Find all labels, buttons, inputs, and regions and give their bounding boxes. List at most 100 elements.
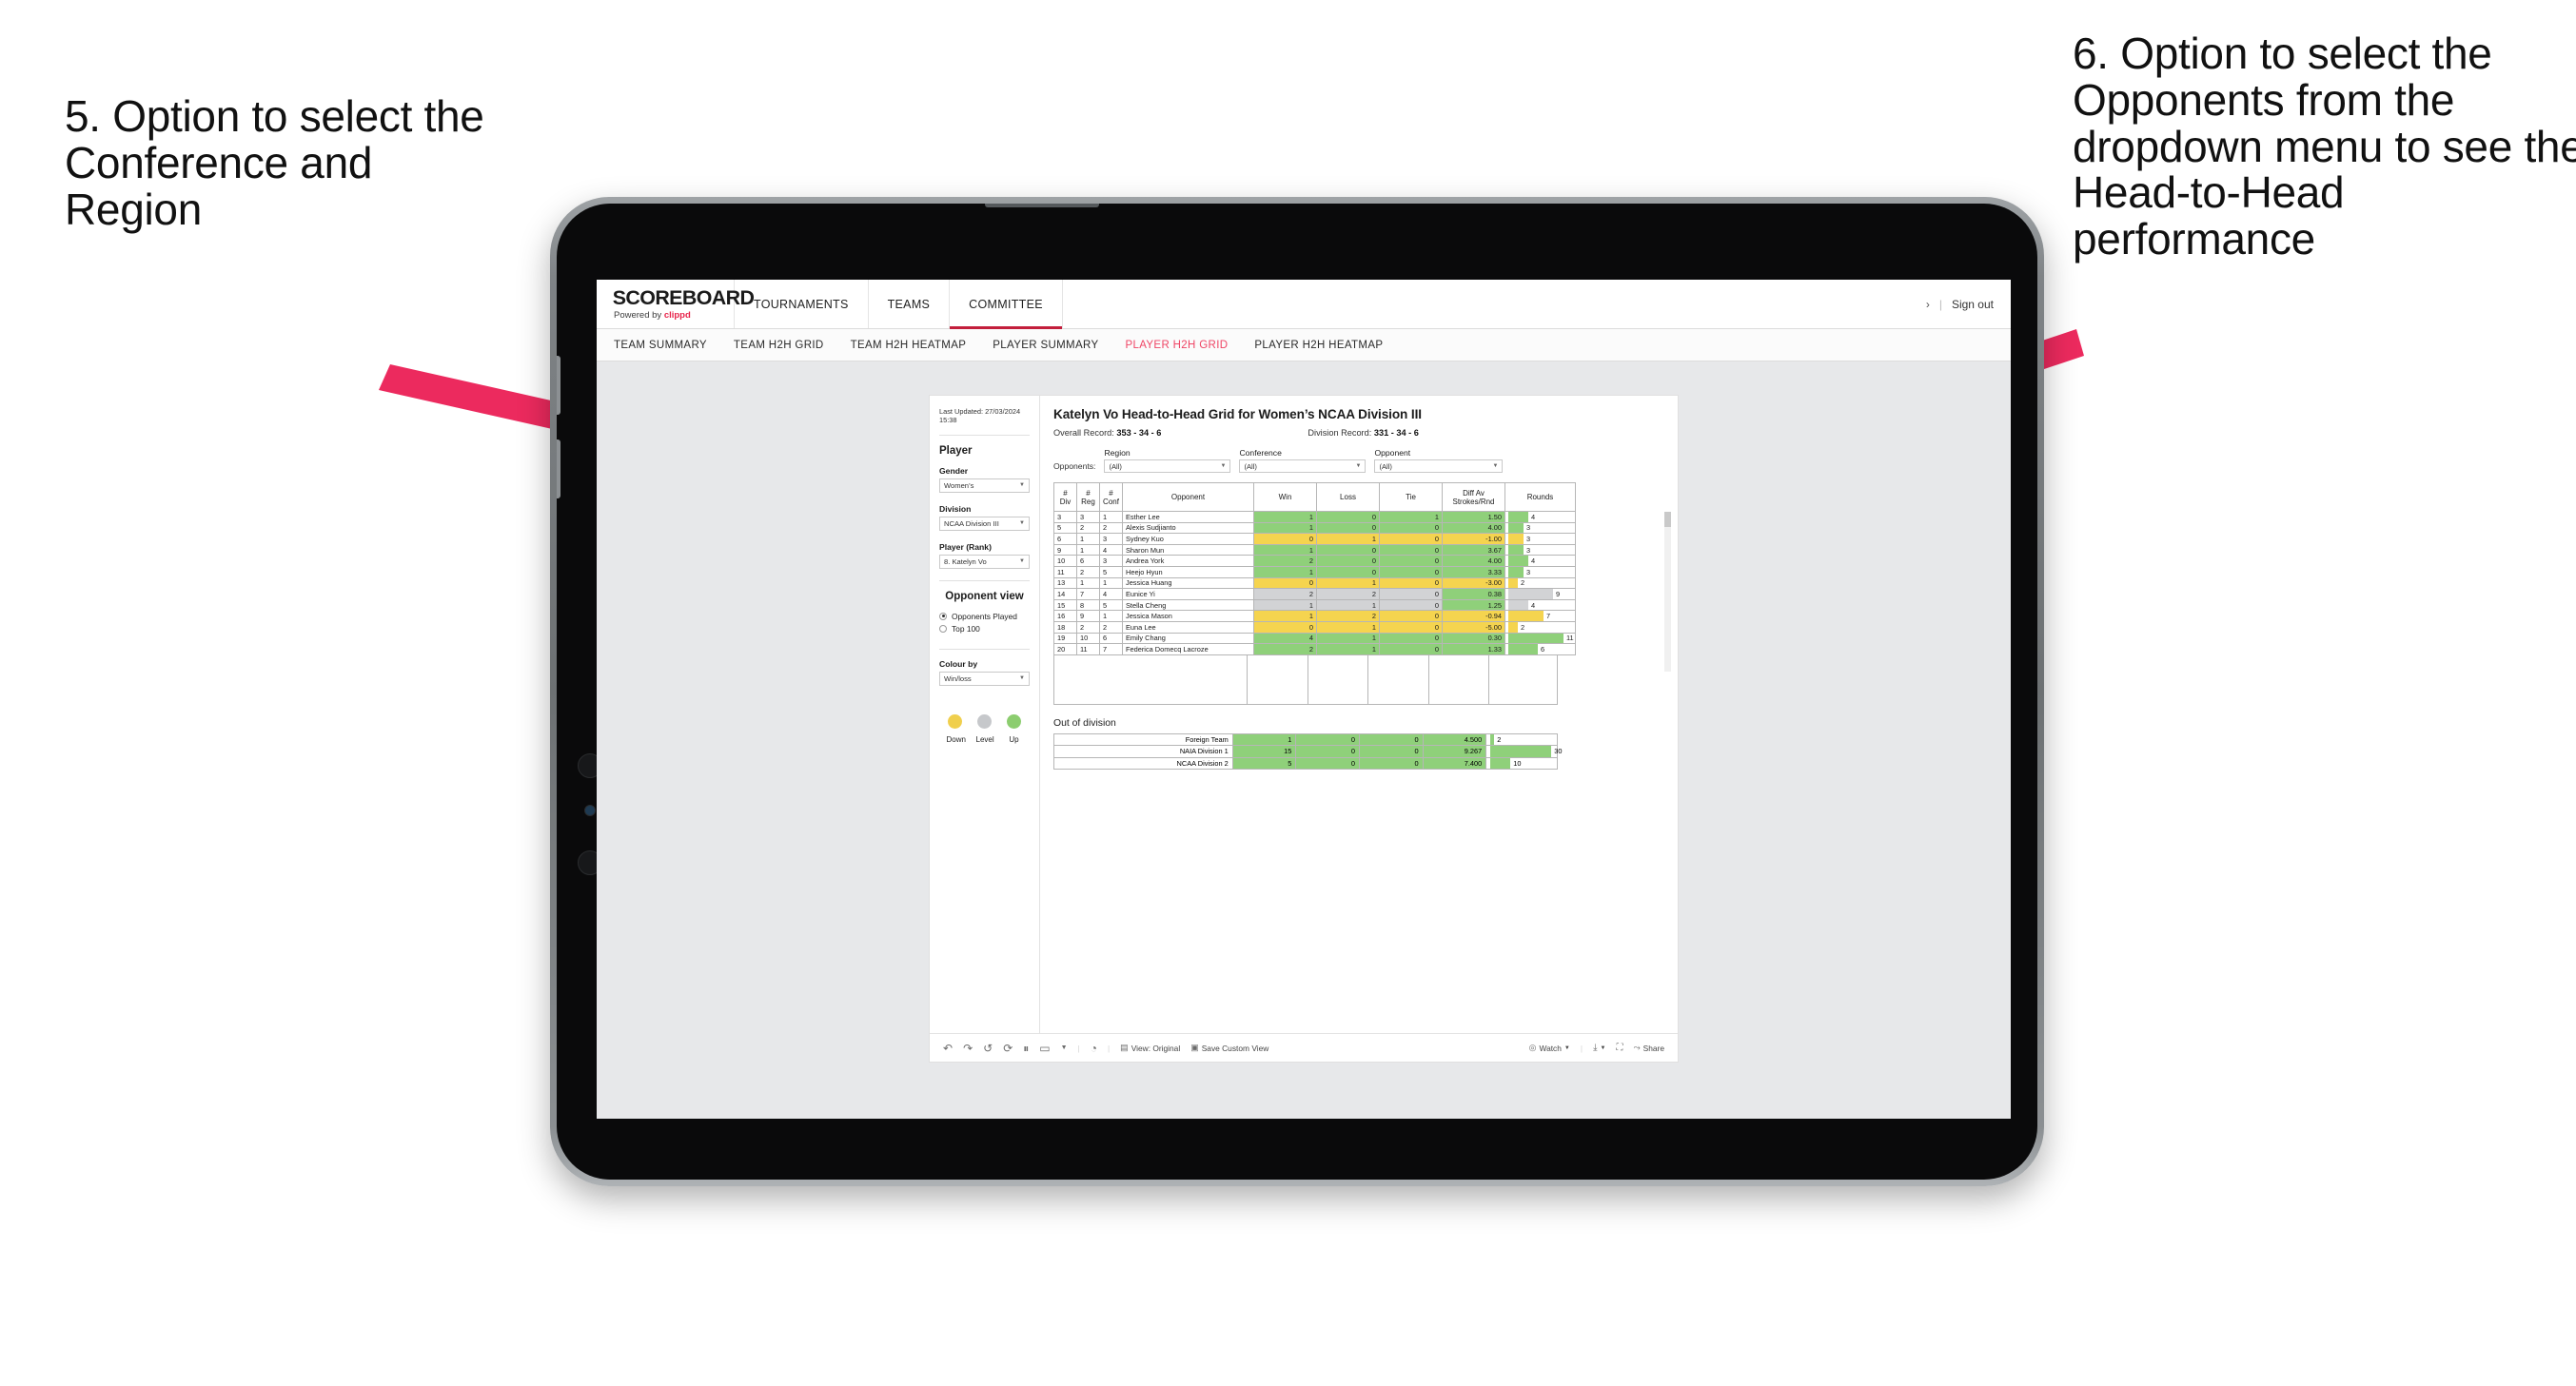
player-rank-select[interactable]: 8. Katelyn Vo ▼ bbox=[939, 554, 1030, 569]
sub-nav: TEAM SUMMARY TEAM H2H GRID TEAM H2H HEAT… bbox=[597, 329, 2011, 361]
grid-empty-tie bbox=[1368, 654, 1429, 704]
table-row[interactable]: 20 11 7 Federica Domecq Lacroze 2 1 0 1.33 6 bbox=[1053, 643, 1576, 655]
rounds-bar-cell: 4 bbox=[1508, 600, 1572, 610]
chevron-down-icon: ▼ bbox=[1019, 482, 1025, 488]
region-filter-group: Region (All) ▼ bbox=[1104, 448, 1231, 473]
table-row[interactable]: 5 2 2 Alexis Sudjianto 1 0 0 4.00 3 bbox=[1053, 521, 1576, 535]
topnav-tournaments[interactable]: TOURNAMENTS bbox=[735, 280, 869, 328]
topnav-committee[interactable]: COMMITTEE bbox=[950, 280, 1063, 329]
colour-by-field: Colour by Win/loss ▼ bbox=[930, 659, 1039, 686]
annotation-right-text: 6. Option to select the Opponents from t… bbox=[2073, 29, 2576, 264]
subnav-team-h2h-heatmap[interactable]: TEAM H2H HEATMAP bbox=[851, 340, 967, 351]
cell-opponent: Sydney Kuo bbox=[1122, 533, 1254, 545]
cell-div: 19 bbox=[1053, 632, 1077, 645]
rounds-bar bbox=[1508, 545, 1524, 555]
table-row[interactable]: 13 1 1 Jessica Huang 0 1 0 -3.00 2 bbox=[1053, 576, 1576, 590]
share-button[interactable]: ⤳ Share bbox=[1633, 1044, 1664, 1053]
grid-empty-win bbox=[1248, 654, 1308, 704]
radio-opponents-played-label: Opponents Played bbox=[952, 611, 1017, 621]
division-select[interactable]: NCAA Division III ▼ bbox=[939, 516, 1030, 531]
cell-diff: 1.33 bbox=[1442, 643, 1505, 655]
filter-sidebar: Last Updated: 27/03/2024 15:38 Player Ge… bbox=[930, 396, 1040, 1062]
rounds-bar-cell: 2 bbox=[1508, 622, 1572, 633]
cell-ood-name: Foreign Team bbox=[1053, 732, 1233, 747]
cell-tie: 0 bbox=[1379, 555, 1443, 567]
cell-diff: 4.00 bbox=[1442, 521, 1505, 535]
table-row[interactable]: 19 10 6 Emily Chang 4 1 0 0.30 11 bbox=[1053, 632, 1576, 645]
cell-reg: 2 bbox=[1076, 565, 1100, 578]
cell-conf: 1 bbox=[1099, 610, 1123, 622]
table-row[interactable]: 6 1 3 Sydney Kuo 0 1 0 -1.00 3 bbox=[1053, 533, 1576, 545]
brand-logo[interactable]: SCOREBOARD Powered by clippd bbox=[597, 280, 755, 328]
table-row[interactable]: 10 6 3 Andrea York 2 0 0 4.00 4 bbox=[1053, 555, 1576, 567]
opponent-filter-select[interactable]: (All) ▼ bbox=[1374, 459, 1504, 473]
out-of-division-row[interactable]: NCAA Division 2 5 0 0 7.400 10 bbox=[1053, 756, 1558, 770]
conference-filter-value: (All) bbox=[1244, 461, 1257, 471]
fullscreen-icon[interactable]: ⛶ bbox=[1616, 1043, 1622, 1053]
col-reg-line1: # bbox=[1086, 488, 1091, 498]
cell-tie: 1 bbox=[1379, 511, 1443, 523]
rounds-bar-cell: 2 bbox=[1508, 578, 1572, 588]
collapse-icon[interactable]: ▭ bbox=[1039, 1043, 1050, 1054]
table-row[interactable]: 16 9 1 Jessica Mason 1 2 0 -0.94 7 bbox=[1053, 610, 1576, 622]
download-button[interactable]: ⤓ ▼ bbox=[1593, 1043, 1605, 1053]
view-original-button[interactable]: ▤ View: Original bbox=[1120, 1044, 1180, 1053]
cell-div: 13 bbox=[1053, 576, 1077, 590]
subnav-player-h2h-heatmap[interactable]: PLAYER H2H HEATMAP bbox=[1254, 340, 1383, 351]
conference-filter-select[interactable]: (All) ▼ bbox=[1239, 459, 1367, 473]
cell-ood-name: NCAA Division 2 bbox=[1053, 756, 1233, 770]
table-row[interactable]: 9 1 4 Sharon Mun 1 0 0 3.67 3 bbox=[1053, 543, 1576, 556]
radio-opponents-played[interactable]: Opponents Played bbox=[930, 612, 1039, 621]
chevron-right-icon[interactable]: › bbox=[1926, 298, 1930, 311]
h2h-grid-table: # Div # Reg # Conf Opponent Win Loss Tie Di… bbox=[1053, 482, 1576, 655]
cell-conf: 7 bbox=[1099, 643, 1123, 655]
cell-div: 5 bbox=[1053, 521, 1077, 535]
rounds-bar bbox=[1508, 534, 1524, 544]
region-filter-select[interactable]: (All) ▼ bbox=[1104, 459, 1231, 473]
scrollbar-thumb[interactable] bbox=[1664, 512, 1671, 527]
table-row[interactable]: 15 8 5 Stella Cheng 1 1 0 1.25 4 bbox=[1053, 598, 1576, 612]
cell-loss: 0 bbox=[1316, 565, 1380, 578]
rounds-bar-cell: 4 bbox=[1508, 556, 1572, 566]
watch-button[interactable]: ◎ Watch ▼ bbox=[1529, 1044, 1570, 1053]
cell-reg: 7 bbox=[1076, 588, 1100, 600]
cell-diff: 3.67 bbox=[1442, 543, 1505, 556]
subnav-player-summary[interactable]: PLAYER SUMMARY bbox=[993, 340, 1098, 351]
colour-by-select[interactable]: Win/loss ▼ bbox=[939, 671, 1030, 686]
subnav-team-summary[interactable]: TEAM SUMMARY bbox=[614, 340, 707, 351]
gender-select[interactable]: Women’s ▼ bbox=[939, 478, 1030, 493]
col-win: Win bbox=[1253, 482, 1317, 512]
table-row[interactable]: 14 7 4 Eunice Yi 2 2 0 0.38 9 bbox=[1053, 588, 1576, 600]
rounds-value: 4 bbox=[1531, 600, 1536, 610]
topnav-teams[interactable]: TEAMS bbox=[869, 280, 951, 328]
subnav-team-h2h-grid[interactable]: TEAM H2H GRID bbox=[734, 340, 824, 351]
refresh-icon[interactable]: ⟳ bbox=[1003, 1043, 1013, 1054]
powered-by-text: Powered by bbox=[614, 309, 664, 321]
player-section-heading: Player bbox=[939, 444, 973, 457]
chevron-down-icon[interactable]: ▼ bbox=[1061, 1044, 1068, 1051]
cell-tie: 0 bbox=[1379, 533, 1443, 545]
grid-empty-diff bbox=[1429, 654, 1489, 704]
undo-icon[interactable]: ↶ bbox=[943, 1043, 953, 1054]
alerts-icon[interactable]: ◔ bbox=[1091, 1043, 1097, 1054]
table-row[interactable]: 3 3 1 Esther Lee 1 0 1 1.50 4 bbox=[1053, 511, 1576, 523]
pause-auto-update-icon[interactable]: ⏸ bbox=[1023, 1043, 1029, 1054]
rounds-bar bbox=[1508, 644, 1538, 654]
grid-vertical-scrollbar[interactable] bbox=[1664, 512, 1671, 672]
cell-rounds: 4 bbox=[1504, 598, 1576, 612]
revert-icon[interactable]: ↺ bbox=[983, 1043, 993, 1054]
radio-top-100[interactable]: Top 100 bbox=[930, 624, 1039, 634]
sign-out-link[interactable]: Sign out bbox=[1952, 298, 1994, 311]
out-of-division-row[interactable]: Foreign Team 1 0 0 4.500 2 bbox=[1053, 732, 1558, 747]
rounds-value: 3 bbox=[1526, 523, 1531, 533]
redo-icon[interactable]: ↷ bbox=[963, 1043, 973, 1054]
subnav-player-h2h-grid[interactable]: PLAYER H2H GRID bbox=[1125, 340, 1228, 351]
table-row[interactable]: 11 2 5 Heejo Hyun 1 0 0 3.33 3 bbox=[1053, 565, 1576, 578]
rounds-value: 3 bbox=[1526, 567, 1531, 576]
save-custom-view-button[interactable]: ▣ Save Custom View bbox=[1190, 1044, 1268, 1053]
cell-ood-rounds: 2 bbox=[1485, 732, 1558, 747]
rounds-bar bbox=[1508, 600, 1528, 610]
cell-conf: 1 bbox=[1099, 511, 1123, 523]
out-of-division-row[interactable]: NAIA Division 1 15 0 0 9.267 30 bbox=[1053, 745, 1563, 758]
table-row[interactable]: 18 2 2 Euna Lee 0 1 0 -5.00 2 bbox=[1053, 620, 1576, 634]
